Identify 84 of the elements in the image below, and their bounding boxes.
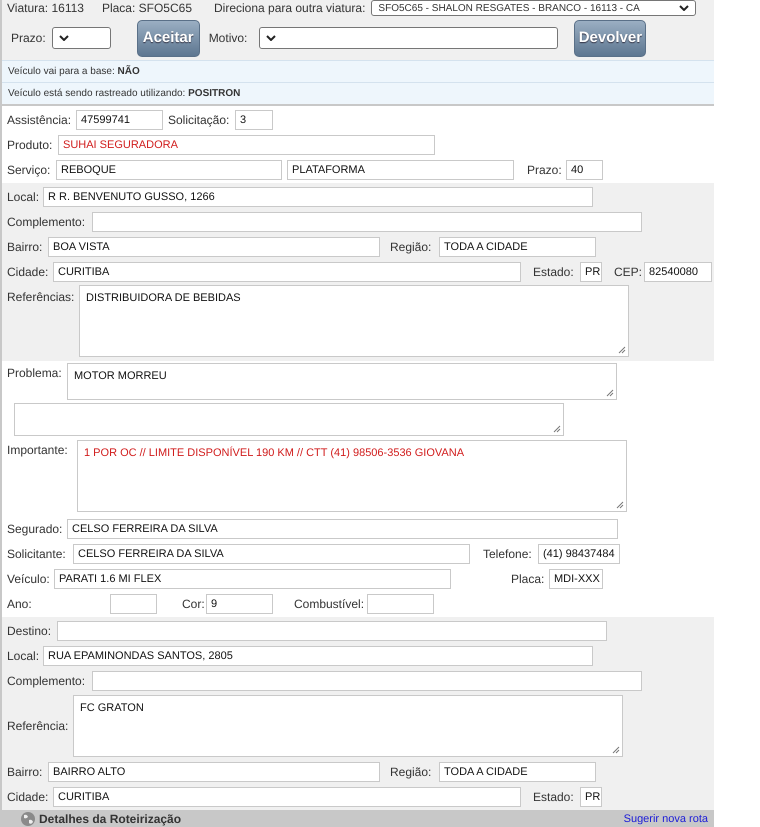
field-label: Prazo: (11, 30, 46, 47)
caret-icon (266, 35, 276, 41)
section-title: Detalhes da Roteirização (39, 811, 182, 827)
field-label: Referências: (7, 289, 76, 306)
field-label: Importante: (7, 442, 69, 459)
resize-grip-icon[interactable] (616, 501, 624, 509)
field-label: Motivo: (208, 30, 248, 47)
text-field[interactable]: (41) 98437484 (538, 544, 620, 564)
field-label: Cidade: (7, 788, 50, 806)
text-field[interactable]: 3 (235, 110, 273, 130)
field-label: Estado: (533, 264, 575, 280)
text-field[interactable]: RUA EPAMINONDAS SANTOS, 2805 (43, 646, 593, 666)
text-field[interactable]: SUHAI SEGURADORA (58, 134, 435, 154)
field-label: Cor: (182, 596, 206, 612)
field-label: Problema: (7, 365, 63, 382)
caret-icon (679, 5, 690, 11)
dropdown[interactable] (259, 27, 558, 49)
text-field[interactable]: REBOQUE (56, 160, 282, 180)
text-field[interactable]: CELSO FERREIRA DA SILVA (73, 544, 470, 564)
text-field[interactable]: MDI-XXX (549, 568, 603, 588)
vehicle-number: Viatura: 16113 (7, 0, 84, 16)
text-field[interactable]: PR (580, 786, 602, 806)
resize-grip-icon[interactable] (612, 746, 620, 754)
field-label: Região: (390, 238, 432, 256)
text-area[interactable]: 1 POR OC // LIMITE DISPONÍVEL 190 KM // CTT (41) 98506-3536 GIOVANA (77, 440, 627, 512)
suggest-route-link[interactable]: Sugerir nova rota (624, 810, 708, 827)
field-label: Produto: (7, 136, 54, 154)
field-label: Direciona para outra viatura: (214, 0, 366, 16)
text-field[interactable]: TODA A CIDADE (439, 236, 596, 256)
field-label: Combustível: (294, 596, 366, 612)
text-field[interactable]: 40 (566, 160, 603, 180)
field-label: Referência: (7, 718, 70, 735)
field-label: Local: (7, 648, 40, 664)
field-label: Bairro: (7, 764, 44, 780)
text-field[interactable] (92, 212, 642, 232)
resize-grip-icon[interactable] (618, 346, 626, 354)
field-label: Bairro: (7, 238, 44, 256)
field-label: Assistência: (7, 112, 72, 128)
field-label: Prazo: (527, 162, 563, 178)
resize-grip-icon[interactable] (606, 389, 614, 397)
text-field[interactable]: PARATI 1.6 MI FLEX (54, 568, 451, 588)
plate-number: Placa: SFO5C65 (102, 0, 192, 16)
field-label: Solicitante: (7, 546, 67, 562)
text-area[interactable]: MOTOR MORREU (67, 363, 617, 400)
dropdown[interactable]: SFO5C65 - SHALON RESGATES - BRANCO - 16113 - CA (371, 0, 696, 16)
field-label: Destino: (7, 622, 52, 640)
caret-icon (58, 35, 69, 41)
text-field[interactable]: R R. BENVENUTO GUSSO, 1266 (43, 186, 593, 206)
text-field[interactable] (92, 670, 642, 690)
text-field[interactable]: PLATAFORMA (287, 160, 514, 180)
field-label: Serviço: (7, 162, 52, 178)
text-field[interactable] (367, 594, 434, 614)
field-label: Segurado: (7, 520, 64, 538)
text-field[interactable]: CURITIBA (53, 786, 521, 806)
dropdown[interactable] (52, 27, 111, 49)
field-label: Placa: (511, 570, 546, 588)
text-field[interactable]: CURITIBA (53, 262, 521, 282)
field-label: Cidade: (7, 264, 50, 280)
text-area[interactable]: DISTRIBUIDORA DE BEBIDAS (79, 285, 629, 357)
text-field[interactable]: 82540080 (644, 262, 712, 282)
field-label: Estado: (533, 788, 575, 806)
text-field[interactable] (110, 594, 157, 614)
field-label: CEP: (614, 264, 644, 280)
text-field[interactable]: BAIRRO ALTO (48, 762, 380, 782)
info-message: Veículo vai para a base: NÃO (8, 64, 140, 79)
field-label: Complemento: (7, 672, 86, 690)
field-label: Telefone: (483, 546, 533, 562)
text-field[interactable]: TODA A CIDADE (439, 762, 596, 782)
field-label: Local: (7, 188, 40, 206)
field-label: Veículo: (7, 570, 51, 588)
text-field[interactable]: 47599741 (76, 110, 163, 130)
field-label: Ano: (7, 596, 33, 612)
field-label: Complemento: (7, 214, 86, 230)
field-label: Solicitação: (168, 112, 230, 128)
text-field[interactable]: PR (580, 262, 602, 282)
text-area[interactable]: FC GRATON (73, 695, 623, 757)
text-field[interactable]: BOA VISTA (48, 236, 380, 256)
text-field[interactable]: 9 (206, 594, 273, 614)
info-message: Veículo está sendo rastreado utilizando: POSITRON (8, 87, 240, 101)
field-label: Região: (390, 764, 432, 780)
text-field[interactable] (57, 620, 607, 640)
resize-grip-icon[interactable] (553, 425, 561, 433)
text-field[interactable]: CELSO FERREIRA DA SILVA (67, 518, 618, 538)
globe-icon (20, 811, 36, 827)
